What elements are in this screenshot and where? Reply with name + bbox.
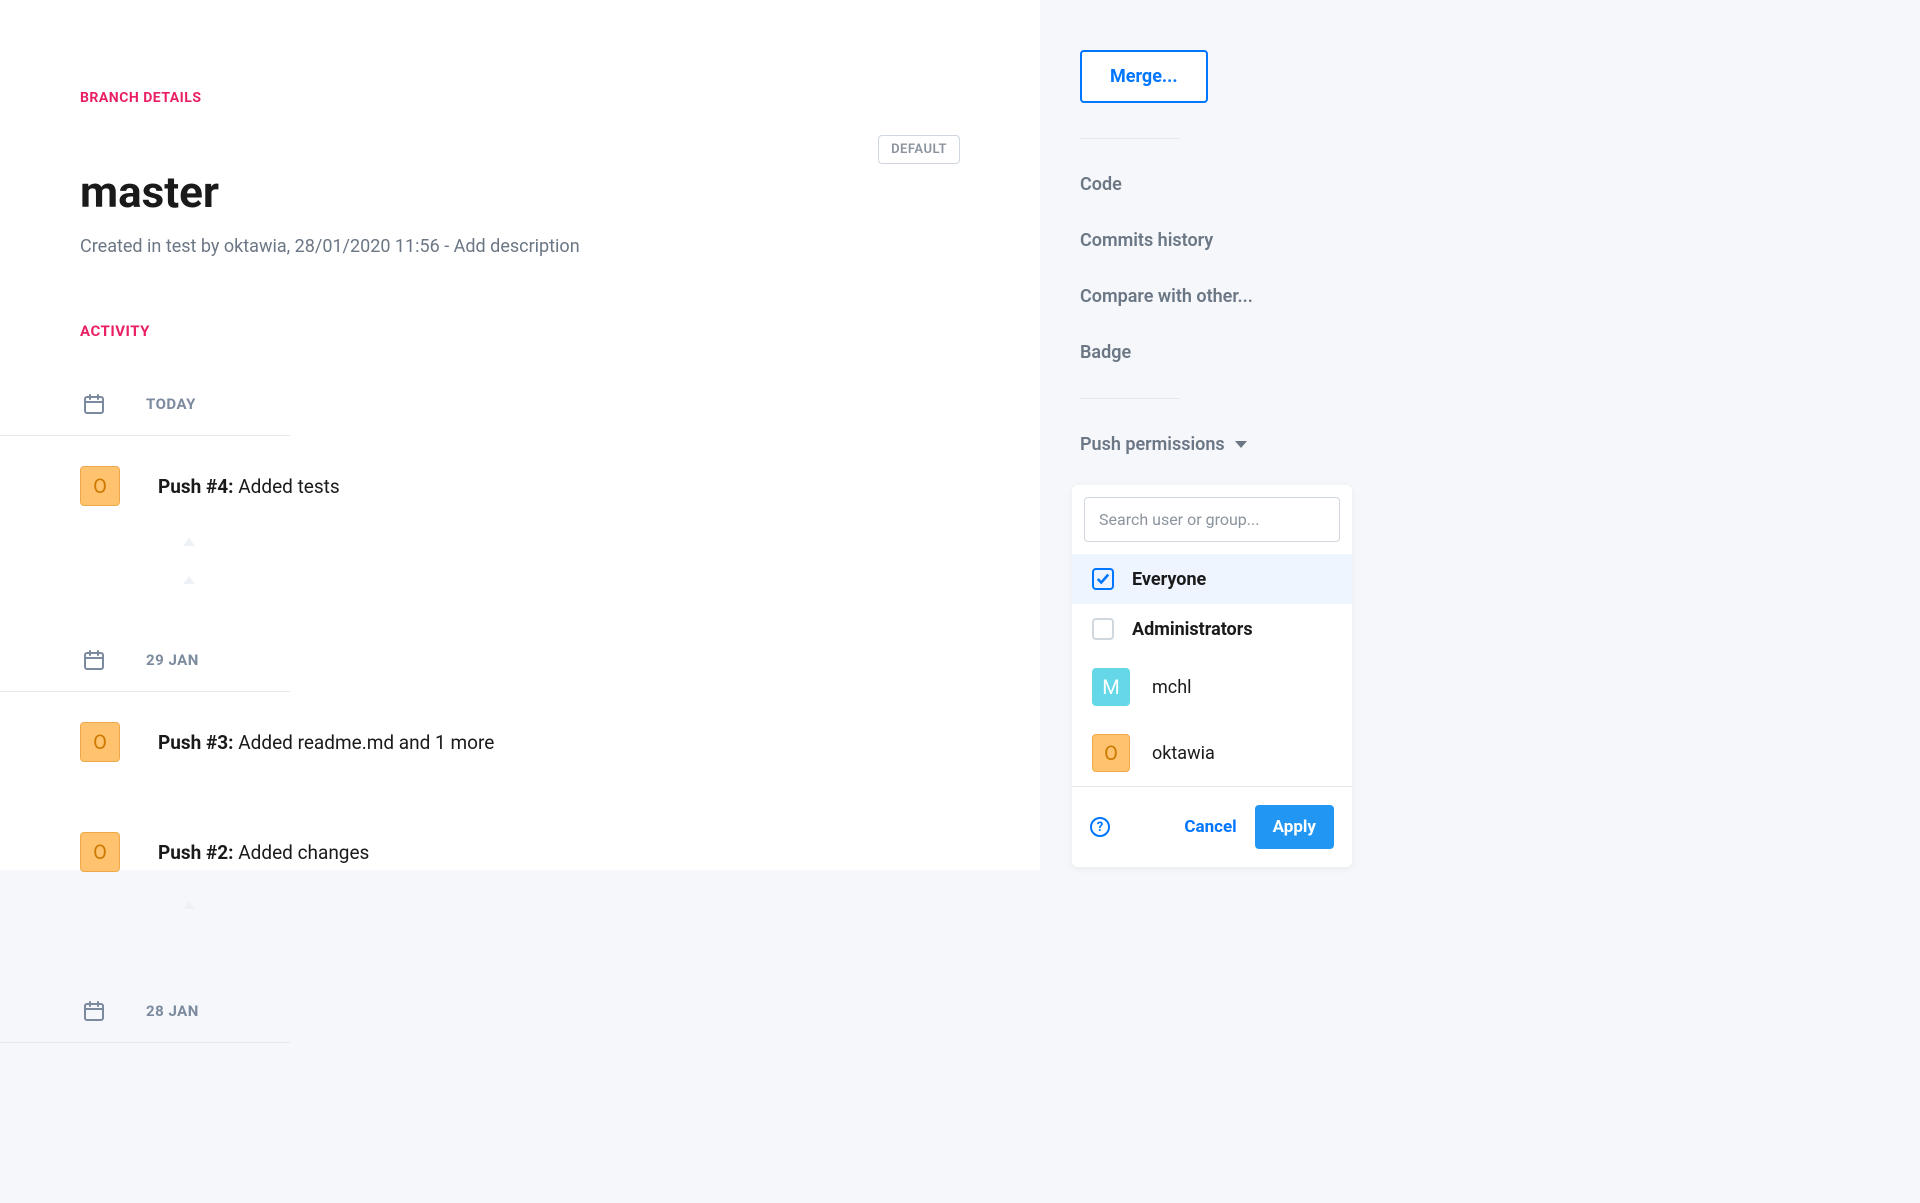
permission-users: MmchlOoktawia (1072, 654, 1352, 786)
avatar: O (80, 466, 120, 506)
divider (1080, 138, 1180, 139)
permissions-footer: ? Cancel Apply (1072, 786, 1352, 867)
chevron-down-icon (1235, 441, 1247, 448)
sidebar-link[interactable]: Compare with other... (1080, 286, 1355, 307)
permission-label: Administrators (1132, 619, 1253, 640)
push-permissions-label: Push permissions (1080, 434, 1225, 455)
meta-sep: - (440, 236, 454, 257)
activity-text: Push #2: Added changes (158, 841, 369, 864)
push-message: Added readme.md and 1 more (234, 731, 495, 754)
push-message: Added tests (234, 475, 340, 498)
avatar-letter: O (93, 730, 107, 754)
permission-group-item[interactable]: Everyone (1072, 554, 1352, 604)
meta-prefix: Created in test by (80, 236, 224, 257)
activity-text: Push #3: Added readme.md and 1 more (158, 731, 494, 754)
add-description-link[interactable]: Add description (454, 236, 580, 257)
push-label: Push #4: (158, 475, 234, 498)
date-header: 29 JAN (80, 646, 1040, 674)
avatar-letter: O (93, 474, 107, 498)
merge-button[interactable]: Merge... (1080, 50, 1208, 103)
branch-meta: Created in test by oktawia, 28/01/2020 1… (80, 236, 1040, 257)
permission-user-item[interactable]: Mmchl (1072, 654, 1352, 720)
activity-item[interactable]: O Push #3: Added readme.md and 1 more (80, 722, 1040, 762)
chevron-up-icon (183, 901, 195, 909)
avatar: M (1092, 668, 1130, 706)
sidebar-link[interactable]: Commits history (1080, 230, 1355, 251)
permission-group-item[interactable]: Administrators (1072, 604, 1352, 654)
default-badge: DEFAULT (878, 135, 960, 164)
activity-text: Push #4: Added tests (158, 475, 340, 498)
calendar-icon (80, 997, 108, 1025)
avatar-letter: O (93, 840, 107, 864)
permission-groups: Everyone Administrators (1072, 554, 1352, 654)
sidebar-link[interactable]: Badge (1080, 342, 1355, 363)
permissions-panel: EveryoneAdministrators MmchlOoktawia ? C… (1072, 485, 1352, 867)
activity-label: ACTIVITY (80, 322, 1040, 340)
collapse-indicator (95, 872, 1040, 937)
chevron-up-icon (183, 538, 195, 546)
apply-button[interactable]: Apply (1255, 805, 1334, 849)
permissions-search-input[interactable] (1084, 497, 1340, 542)
push-permissions-toggle[interactable]: Push permissions (1080, 434, 1355, 455)
push-message: Added changes (234, 841, 370, 864)
avatar: O (80, 722, 120, 762)
branch-details-label: BRANCH DETAILS (80, 90, 1040, 106)
help-icon[interactable]: ? (1090, 817, 1110, 837)
checkbox-icon[interactable] (1092, 618, 1114, 640)
permission-user-item[interactable]: Ooktawia (1072, 720, 1352, 786)
calendar-icon (80, 390, 108, 418)
branch-name: master (80, 166, 219, 218)
chevron-up-icon (183, 576, 195, 584)
sidebar: Merge... Code Commits history Compare with… (1040, 0, 1395, 870)
permission-label: mchl (1152, 677, 1192, 698)
calendar-icon (80, 646, 108, 674)
date-label: TODAY (146, 395, 196, 413)
collapse-indicator (95, 506, 1040, 616)
avatar: O (80, 832, 120, 872)
sidebar-links: Code Commits history Compare with other...… (1080, 174, 1355, 363)
avatar: O (1092, 734, 1130, 772)
date-label: 29 JAN (146, 651, 199, 669)
permission-label: oktawia (1152, 743, 1215, 764)
meta-user-link[interactable]: oktawia (224, 236, 287, 257)
checkbox-icon[interactable] (1092, 568, 1114, 590)
push-label: Push #2: (158, 841, 234, 864)
cancel-button[interactable]: Cancel (1184, 817, 1236, 837)
activity-list: TODAY O Push #4: Added tests 29 JAN O Push #3… (80, 390, 1040, 1025)
date-header: 28 JAN (80, 997, 1040, 1025)
divider (1080, 398, 1180, 399)
push-label: Push #3: (158, 731, 234, 754)
activity-item[interactable]: O Push #2: Added changes (80, 832, 1040, 872)
main-content: BRANCH DETAILS master DEFAULT Created in… (0, 0, 1040, 870)
meta-date: , 28/01/2020 11:56 (287, 236, 440, 257)
activity-item[interactable]: O Push #4: Added tests (80, 466, 1040, 506)
permission-label: Everyone (1132, 569, 1206, 590)
date-label: 28 JAN (146, 1002, 199, 1020)
sidebar-link[interactable]: Code (1080, 174, 1355, 195)
date-header: TODAY (80, 390, 1040, 418)
